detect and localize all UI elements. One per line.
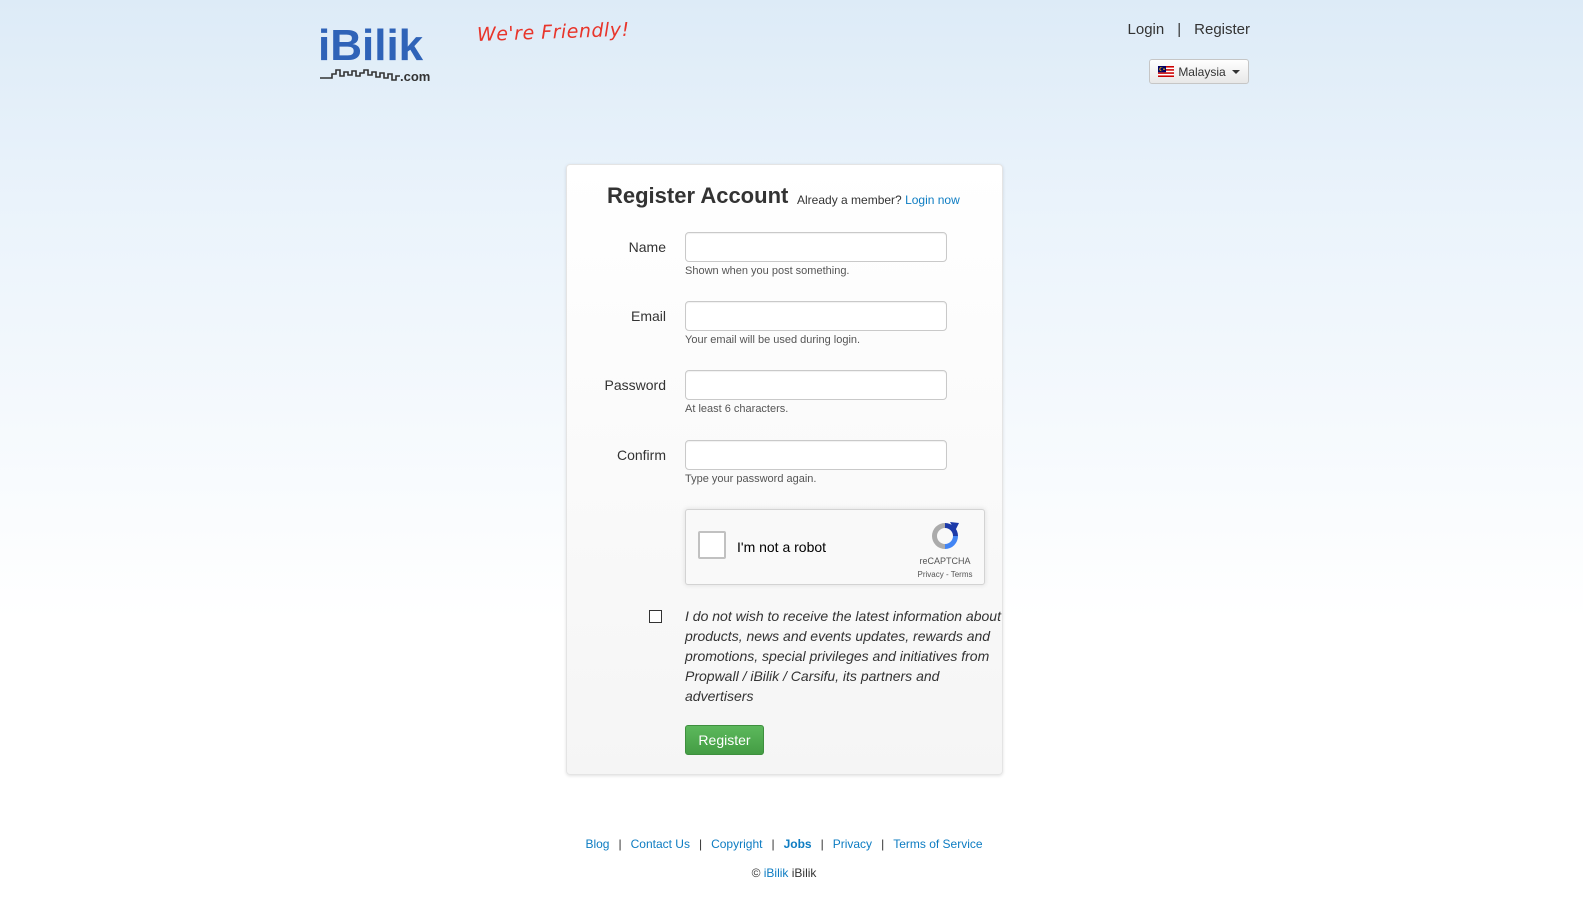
nav-separator: |: [1177, 21, 1182, 38]
logo-sub-text: .com: [400, 69, 430, 84]
footer-link-contact[interactable]: Contact Us: [631, 837, 690, 851]
footer-link-privacy[interactable]: Privacy: [833, 837, 872, 851]
marketing-optout-text: I do not wish to receive the latest info…: [685, 608, 1001, 704]
email-help: Your email will be used during login.: [685, 334, 861, 346]
login-now-link[interactable]: Login now: [905, 193, 960, 207]
copyright: © iBilik iBilik: [0, 866, 1568, 880]
confirm-help: Type your password again.: [685, 473, 817, 485]
register-panel: Register Account Already a member? Login…: [566, 164, 1003, 775]
caret-down-icon: [1231, 69, 1240, 74]
name-input[interactable]: [685, 232, 947, 262]
recaptcha-label: I'm not a robot: [737, 539, 827, 555]
recaptcha-links-separator: -: [943, 570, 951, 579]
copyright-link[interactable]: iBilik: [764, 866, 789, 880]
name-help: Shown when you post something.: [685, 265, 850, 277]
recaptcha-widget: I'm not a robot reCAPTCHA Privacy - Term…: [685, 509, 985, 585]
recaptcha-logo-icon: [932, 522, 959, 549]
footer-separator: |: [820, 837, 824, 851]
footer-link-terms[interactable]: Terms of Service: [893, 837, 982, 851]
country-label: Malaysia: [1178, 64, 1226, 79]
copyright-text: iBilik: [791, 866, 817, 880]
password-input[interactable]: [685, 370, 947, 400]
email-label: Email: [630, 308, 666, 324]
recaptcha-terms-link[interactable]: Terms: [951, 570, 973, 579]
footer-separator: |: [698, 837, 703, 851]
top-nav: Login | Register: [1128, 21, 1250, 38]
country-selector-button[interactable]: Malaysia: [1149, 59, 1249, 84]
tagline: We're Friendly!: [476, 18, 630, 46]
footer-links: Blog | Contact Us | Copyright | Jobs | Privacy | T…: [0, 837, 1568, 851]
footer-link-blog[interactable]: Blog: [585, 837, 609, 851]
register-button[interactable]: Register: [685, 725, 764, 755]
password-label: Password: [604, 377, 666, 393]
skyline-icon: [320, 69, 400, 81]
recaptcha-links: Privacy - Terms: [912, 570, 978, 579]
ibilik-logo[interactable]: iBilik .com: [318, 18, 438, 86]
logo-main-text: iBilik: [318, 21, 424, 70]
recaptcha-brand: reCAPTCHA: [919, 556, 971, 566]
marketing-optout-checkbox[interactable]: [649, 610, 662, 623]
confirm-password-input[interactable]: [685, 440, 947, 470]
copyright-symbol: ©: [751, 866, 761, 880]
password-help: At least 6 characters.: [685, 403, 789, 415]
confirm-label: Confirm: [616, 447, 666, 463]
register-link[interactable]: Register: [1194, 21, 1250, 38]
recaptcha-privacy-link[interactable]: Privacy: [918, 570, 944, 579]
already-member-text: Already a member? Login now: [797, 193, 960, 207]
email-input[interactable]: [685, 301, 947, 331]
footer-separator: |: [881, 837, 885, 851]
footer-link-copyright[interactable]: Copyright: [711, 837, 762, 851]
recaptcha-checkbox[interactable]: [698, 531, 726, 559]
logo-graphic: iBilik .com: [318, 21, 430, 84]
footer-separator: |: [618, 837, 622, 851]
page-title: Register Account: [607, 183, 789, 208]
name-label: Name: [628, 239, 666, 255]
already-member-label: Already a member?: [797, 193, 902, 207]
footer-link-jobs[interactable]: Jobs: [784, 837, 812, 851]
footer-separator: |: [771, 837, 775, 851]
malaysia-flag-icon: [1158, 66, 1175, 77]
login-link[interactable]: Login: [1128, 21, 1165, 38]
